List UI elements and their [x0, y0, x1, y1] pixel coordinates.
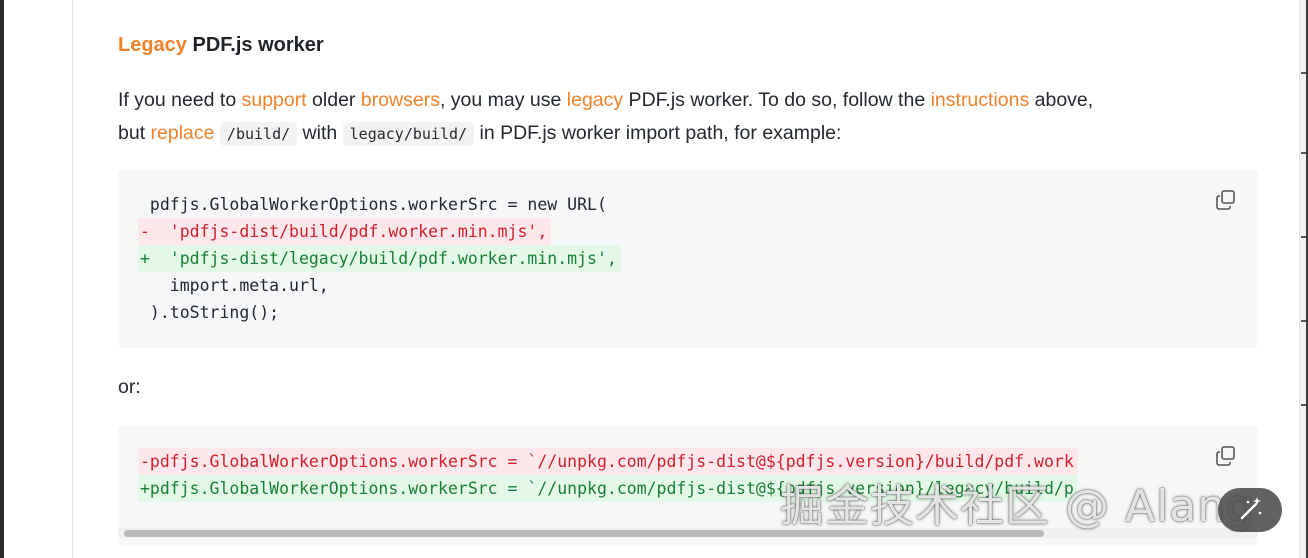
heading-accent: Legacy	[118, 34, 187, 56]
heading-text: PDF.js worker	[186, 34, 324, 56]
text: with	[297, 122, 343, 144]
copy-icon	[1216, 190, 1235, 210]
inline-code-build: /build/	[219, 122, 298, 146]
text: PDF.js worker. To do so, follow the	[623, 89, 931, 111]
code-block-worker-url: pdfjs.GlobalWorkerOptions.workerSrc = ne…	[118, 170, 1258, 348]
text: If you need to	[118, 89, 242, 111]
screenshot-frame: Legacy PDF.js worker If you need to supp…	[0, 0, 1308, 558]
text: older	[306, 89, 361, 111]
link-instructions[interactable]: instructions	[931, 89, 1030, 111]
text: above,	[1029, 89, 1094, 111]
code-line: import.meta.url,	[140, 276, 329, 295]
intro-paragraph: If you need to support older browsers, y…	[118, 84, 1248, 151]
code-line-inserted: + 'pdfjs-dist/legacy/build/pdf.worker.mi…	[138, 245, 621, 272]
magic-wand-icon	[1240, 497, 1262, 520]
or-label: or:	[118, 376, 141, 398]
magic-edit-button[interactable]	[1218, 488, 1282, 532]
code-line-deleted: - 'pdfjs-dist/build/pdf.worker.min.mjs',	[138, 218, 552, 245]
section-heading: Legacy PDF.js worker	[118, 34, 324, 57]
link-replace[interactable]: replace	[151, 122, 215, 144]
copy-button[interactable]	[1214, 188, 1238, 212]
inline-code-legacy-build: legacy/build/	[342, 122, 475, 146]
code-line: pdfjs.GlobalWorkerOptions.workerSrc = ne…	[140, 195, 607, 214]
paragraph-line-2: but replace /build/ with legacy/build/ i…	[118, 117, 1248, 151]
watermark: 掘金技术社区 @ Alang	[780, 481, 1256, 532]
text: , you may use	[439, 89, 567, 111]
window-left-edge	[0, 0, 4, 558]
copy-icon	[1216, 446, 1235, 466]
copy-button[interactable]	[1214, 444, 1238, 468]
link-legacy[interactable]: legacy	[567, 89, 623, 111]
text: but	[118, 122, 151, 144]
text: in PDF.js worker import path, for exampl…	[474, 122, 842, 144]
link-support[interactable]: support	[242, 89, 307, 111]
link-browsers[interactable]: browsers	[361, 89, 440, 111]
paragraph-line-1: If you need to support older browsers, y…	[118, 84, 1248, 117]
code-line: ).toString();	[140, 303, 280, 322]
